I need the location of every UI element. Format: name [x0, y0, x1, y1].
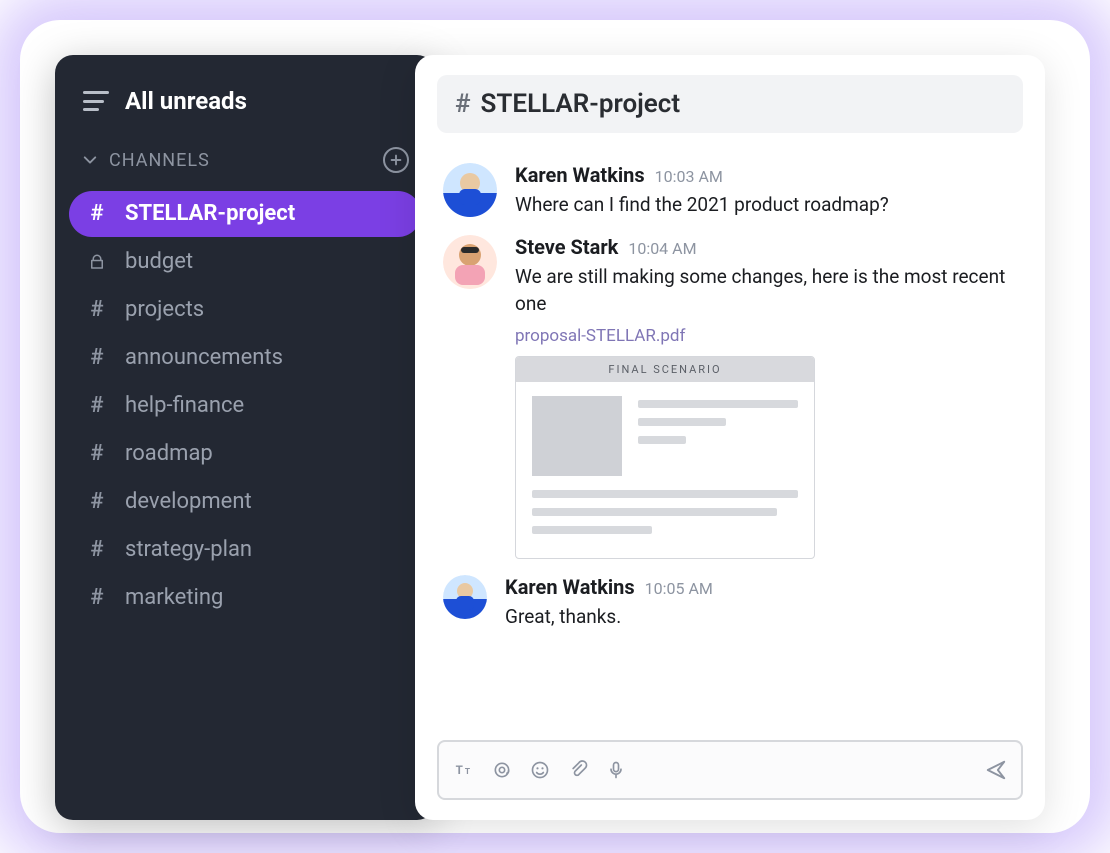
message-item: Karen Watkins 10:05 AM Great, thanks.	[443, 575, 1017, 631]
message-list: Karen Watkins 10:03 AM Where can I find …	[437, 133, 1023, 740]
channel-name: budget	[125, 251, 193, 273]
hash-icon: #	[87, 347, 107, 369]
mention-icon[interactable]	[491, 759, 513, 781]
message-author: Karen Watkins	[505, 575, 635, 599]
hash-icon: #	[87, 203, 107, 225]
emoji-icon[interactable]	[529, 759, 551, 781]
channel-item-development[interactable]: # development	[69, 479, 421, 525]
channel-name: strategy-plan	[125, 539, 252, 561]
sidebar-header: All unreads	[69, 83, 421, 133]
chat-panel: # STELLAR-project Karen Watkins 10:03 AM…	[415, 55, 1045, 820]
channels-label: CHANNELS	[109, 150, 210, 171]
message-time: 10:03 AM	[655, 167, 723, 186]
chevron-down-icon	[83, 153, 97, 167]
hash-icon: #	[87, 395, 107, 417]
channel-item-roadmap[interactable]: # roadmap	[69, 431, 421, 477]
channel-list: # STELLAR-project budget # projects # an…	[69, 191, 421, 621]
channel-item-announcements[interactable]: # announcements	[69, 335, 421, 381]
hash-icon: #	[87, 443, 107, 465]
attachment-preview-title: FINAL SCENARIO	[516, 357, 814, 382]
sidebar-title: All unreads	[125, 87, 247, 115]
add-channel-button[interactable]	[383, 147, 409, 173]
channel-name: development	[125, 491, 252, 513]
channel-item-projects[interactable]: # projects	[69, 287, 421, 333]
hash-icon: #	[87, 587, 107, 609]
message-text: Where can I find the 2021 product roadma…	[515, 191, 1017, 219]
channel-name: marketing	[125, 587, 223, 609]
channel-name: announcements	[125, 347, 283, 369]
message-item: Karen Watkins 10:03 AM Where can I find …	[443, 163, 1017, 219]
avatar[interactable]	[443, 163, 497, 217]
hash-icon: #	[87, 491, 107, 513]
microphone-icon[interactable]	[605, 759, 627, 781]
channel-item-marketing[interactable]: # marketing	[69, 575, 421, 621]
chat-header: # STELLAR-project	[437, 75, 1023, 133]
sidebar: All unreads CHANNELS # STELLAR-project	[55, 55, 435, 820]
channel-name: STELLAR-project	[125, 203, 295, 225]
channel-name: roadmap	[125, 443, 213, 465]
channel-item-stellar-project[interactable]: # STELLAR-project	[69, 191, 421, 237]
room-name: STELLAR-project	[481, 89, 681, 119]
message-time: 10:04 AM	[628, 239, 696, 258]
avatar[interactable]	[443, 575, 487, 619]
message-item: Steve Stark 10:04 AM We are still making…	[443, 235, 1017, 559]
channel-item-strategy-plan[interactable]: # strategy-plan	[69, 527, 421, 573]
channels-section-header[interactable]: CHANNELS	[69, 133, 421, 183]
attachment-filename[interactable]: proposal-STELLAR.pdf	[515, 326, 1017, 346]
hash-icon: #	[455, 89, 471, 119]
avatar[interactable]	[443, 235, 497, 289]
channel-item-budget[interactable]: budget	[69, 239, 421, 285]
message-composer[interactable]: TT	[437, 740, 1023, 800]
attachment-preview[interactable]: FINAL SCENARIO	[515, 356, 815, 559]
message-text: We are still making some changes, here i…	[515, 263, 1017, 318]
text-format-icon[interactable]: TT	[453, 759, 475, 781]
send-button[interactable]	[985, 759, 1007, 781]
hash-icon: #	[87, 299, 107, 321]
message-time: 10:05 AM	[645, 579, 713, 598]
menu-icon[interactable]	[83, 91, 109, 111]
channel-item-help-finance[interactable]: # help-finance	[69, 383, 421, 429]
message-author: Steve Stark	[515, 235, 618, 259]
hash-icon: #	[87, 539, 107, 561]
message-text: Great, thanks.	[505, 603, 1017, 631]
svg-text:T: T	[465, 767, 470, 777]
svg-text:T: T	[456, 763, 463, 777]
channel-name: help-finance	[125, 395, 244, 417]
channel-name: projects	[125, 299, 204, 321]
lock-icon	[87, 253, 107, 271]
attachment-icon[interactable]	[567, 759, 589, 781]
message-author: Karen Watkins	[515, 163, 645, 187]
